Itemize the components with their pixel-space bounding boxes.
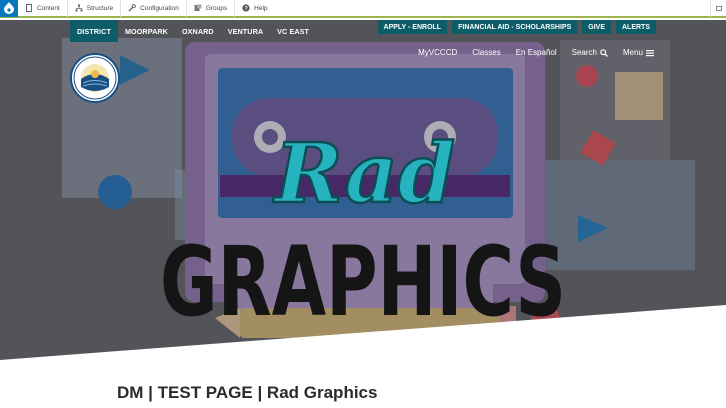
district-tabs: DISTRICT MOORPARK OXNARD VENTURA VC EAST [70, 20, 316, 42]
admin-content-link[interactable]: Content [18, 0, 68, 17]
document-icon [25, 4, 33, 12]
admin-help-label: Help [254, 4, 268, 12]
admin-help-link[interactable]: ? Help [235, 0, 274, 17]
admin-structure-link[interactable]: Structure [68, 0, 122, 17]
give-button[interactable]: GIVE [582, 20, 611, 34]
toolbar-orientation-toggle[interactable] [710, 0, 726, 17]
panel-icon [715, 5, 722, 11]
page-title: DM | TEST PAGE | Rad Graphics [117, 383, 378, 402]
alerts-button[interactable]: ALERTS [616, 20, 656, 34]
search-label: Search [571, 48, 597, 57]
classes-link[interactable]: Classes [472, 48, 500, 57]
admin-toolbar: Content Structure Configuration Groups ?… [0, 0, 726, 18]
admin-structure-label: Structure [86, 4, 114, 12]
sitemap-icon [75, 4, 83, 12]
financial-aid-button[interactable]: FINANCIAL AID - SCHOLARSHIPS [452, 20, 578, 34]
question-icon: ? [242, 4, 250, 12]
hero-rad-text: Rad [273, 126, 456, 222]
classes-label: Classes [472, 48, 501, 57]
menu-label: Menu [622, 48, 643, 57]
tab-ventura[interactable]: VENTURA [221, 20, 270, 42]
myvcccd-label: MyVCCCD [418, 48, 458, 57]
tab-oxnard[interactable]: OXNARD [175, 20, 221, 42]
hamburger-icon [646, 49, 654, 57]
hero-banner: Rad GRAPHICS DISTRICT MOORPARK OXNARD VE… [0, 20, 726, 360]
admin-configuration-label: Configuration [140, 4, 179, 12]
utility-bar: APPLY - ENROLL FINANCIAL AID - SCHOLARSH… [377, 20, 656, 36]
menu-button[interactable]: Menu [623, 48, 654, 57]
secondary-nav: MyVCCCD Classes En Español Search Menu [418, 48, 654, 57]
tab-district[interactable]: DISTRICT [70, 20, 118, 42]
tab-moorpark[interactable]: MOORPARK [118, 20, 175, 42]
drupal-logo-icon[interactable] [0, 0, 18, 17]
admin-configuration-link[interactable]: Configuration [121, 0, 187, 17]
tab-vc-east[interactable]: VC EAST [270, 20, 316, 42]
espanol-label: En Español [515, 48, 557, 57]
search-icon [600, 48, 608, 57]
hero-bottom-slant [0, 305, 726, 360]
admin-groups-link[interactable]: Groups [187, 0, 236, 17]
wrench-icon [128, 4, 137, 12]
search-button[interactable]: Search [572, 48, 608, 57]
group-icon [194, 4, 202, 12]
espanol-link[interactable]: En Español [516, 48, 557, 57]
myvcccd-link[interactable]: MyVCCCD [418, 48, 457, 57]
admin-groups-label: Groups [205, 4, 228, 12]
vcccd-seal-logo[interactable] [70, 53, 120, 103]
admin-content-label: Content [37, 4, 60, 12]
apply-enroll-button[interactable]: APPLY - ENROLL [377, 20, 448, 34]
